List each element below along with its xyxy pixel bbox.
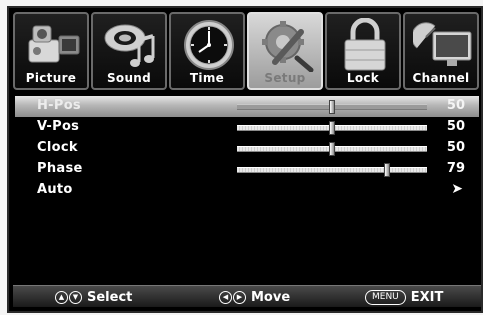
slider-thumb[interactable] <box>329 121 335 135</box>
tab-label: Lock <box>346 71 380 85</box>
menu-item-value: 79 <box>446 161 465 176</box>
right-arrow-icon: ▶ <box>233 290 246 304</box>
menu-key-icon: MENU <box>365 289 406 305</box>
slider-thumb[interactable] <box>384 163 391 177</box>
menu-item-value: 50 <box>446 140 465 155</box>
menu-item-v-pos[interactable]: V-Pos 50 <box>15 117 479 138</box>
wrench-gear-icon <box>262 21 314 72</box>
footer-hint-bar: ▲ ▼ Select ◀ ▶ Move MENU EXIT <box>13 285 481 307</box>
slider-thumb[interactable] <box>329 100 335 114</box>
clock-icon <box>184 20 234 70</box>
tab-label: Picture <box>25 71 77 85</box>
menu-item-label: Phase <box>37 161 83 176</box>
tab-label: Time <box>189 71 225 85</box>
tab-label: Setup <box>264 71 306 85</box>
move-hint: ◀ ▶ Move <box>219 289 290 305</box>
tab-label: Sound <box>106 71 152 85</box>
music-note-icon <box>104 24 155 67</box>
padlock-icon <box>344 18 386 71</box>
menu-item-label: Clock <box>37 140 78 155</box>
tab-picture[interactable]: Picture <box>13 12 89 90</box>
menu-item-value: 50 <box>446 119 465 134</box>
select-label: Select <box>87 289 133 305</box>
menu-item-clock[interactable]: Clock 50 <box>15 138 479 159</box>
v-pos-slider[interactable] <box>237 121 427 135</box>
menu-item-label: H-Pos <box>37 98 81 113</box>
tab-setup[interactable]: Setup <box>247 12 323 90</box>
clock-slider[interactable] <box>237 142 427 156</box>
category-tab-bar: Picture Sound Time Setup Lock Channel <box>13 12 481 92</box>
menu-item-label: V-Pos <box>37 119 80 134</box>
slider-thumb[interactable] <box>329 142 335 156</box>
tab-time[interactable]: Time <box>169 12 245 90</box>
left-arrow-icon: ◀ <box>219 290 232 304</box>
menu-item-label: Auto <box>37 182 73 197</box>
tab-lock[interactable]: Lock <box>325 12 401 90</box>
exit-label: EXIT <box>410 289 444 305</box>
move-label: Move <box>251 289 291 305</box>
phase-slider[interactable] <box>237 163 427 177</box>
select-hint: ▲ ▼ Select <box>55 289 132 305</box>
menu-item-phase[interactable]: Phase 79 <box>15 159 479 180</box>
satellite-tv-icon <box>413 22 472 66</box>
h-pos-slider[interactable] <box>237 100 427 114</box>
menu-item-auto[interactable]: Auto ➤ <box>15 180 479 201</box>
tab-label: Channel <box>412 71 470 85</box>
tab-sound[interactable]: Sound <box>91 12 167 90</box>
setup-menu: H-Pos 50 V-Pos 50 Clock 50 Phase 79 Auto… <box>15 96 479 201</box>
tab-channel[interactable]: Channel <box>403 12 479 90</box>
exit-hint: MENU EXIT <box>365 289 443 305</box>
down-arrow-icon: ▼ <box>69 290 82 304</box>
up-arrow-icon: ▲ <box>55 290 68 304</box>
chevron-right-icon: ➤ <box>451 181 463 197</box>
menu-item-value: 50 <box>446 98 465 113</box>
menu-item-h-pos[interactable]: H-Pos 50 <box>15 96 479 117</box>
camcorder-icon <box>28 25 80 63</box>
tv-osd-menu: Picture Sound Time Setup Lock Channel H-… <box>7 6 483 313</box>
